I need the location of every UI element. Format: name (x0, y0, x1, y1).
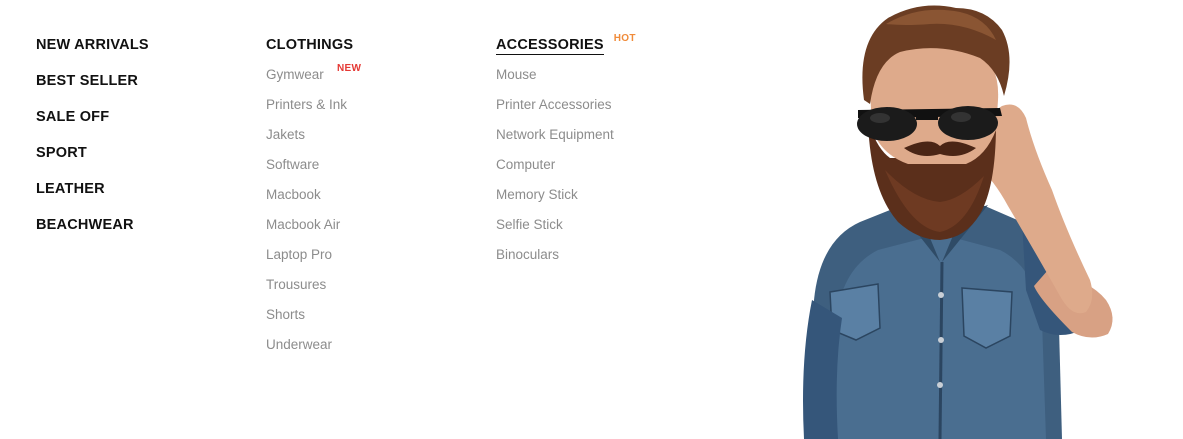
clothing-item-macbook[interactable]: Macbook (266, 186, 486, 216)
clothing-column: CLOTHINGS Gymwear NEW Printers & Ink Jak… (266, 36, 486, 366)
clothing-list: Gymwear NEW Printers & Ink Jakets Softwa… (266, 63, 486, 366)
clothing-item-shorts[interactable]: Shorts (266, 306, 486, 336)
clothing-item-label: Gymwear (266, 67, 324, 82)
clothing-heading-label: CLOTHINGS (266, 37, 354, 53)
menu-link-sale-off[interactable]: SALE OFF (36, 108, 236, 144)
accessories-item-binoculars[interactable]: Binoculars (496, 246, 716, 276)
menu-link-beachwear[interactable]: BEACHWEAR (36, 216, 236, 252)
new-badge: NEW (337, 63, 362, 74)
accessories-item-network-equipment[interactable]: Network Equipment (496, 126, 716, 156)
clothing-item-software[interactable]: Software (266, 156, 486, 186)
clothing-item-trousures[interactable]: Trousures (266, 276, 486, 306)
clothing-item-jakets[interactable]: Jakets (266, 126, 486, 156)
accessories-list: Mouse Printer Accessories Network Equipm… (496, 66, 716, 276)
accessories-item-memory-stick[interactable]: Memory Stick (496, 186, 716, 216)
accessories-heading-label: ACCESSORIES (496, 37, 604, 55)
accessories-heading[interactable]: ACCESSORIES HOT (496, 33, 635, 55)
clothing-item-macbook-air[interactable]: Macbook Air (266, 216, 486, 246)
accessories-item-selfie-stick[interactable]: Selfie Stick (496, 216, 716, 246)
clothing-item-underwear[interactable]: Underwear (266, 336, 486, 366)
accessories-item-mouse[interactable]: Mouse (496, 66, 716, 96)
accessories-column: ACCESSORIES HOT Mouse Printer Accessorie… (496, 33, 716, 276)
clothing-item-gymwear[interactable]: Gymwear NEW (266, 63, 486, 96)
menu-link-sport[interactable]: SPORT (36, 144, 236, 180)
clothing-item-laptop-pro[interactable]: Laptop Pro (266, 246, 486, 276)
promo-model-image (803, 5, 1113, 439)
accessories-item-computer[interactable]: Computer (496, 156, 716, 186)
main-menu-column: NEW ARRIVALS BEST SELLER SALE OFF SPORT … (36, 36, 236, 252)
mega-menu: NEW ARRIVALS BEST SELLER SALE OFF SPORT … (0, 0, 1183, 439)
menu-link-best-seller[interactable]: BEST SELLER (36, 72, 236, 108)
menu-link-new-arrivals[interactable]: NEW ARRIVALS (36, 36, 236, 72)
accessories-item-printer-accessories[interactable]: Printer Accessories (496, 96, 716, 126)
clothing-heading[interactable]: CLOTHINGS (266, 36, 353, 54)
menu-link-leather[interactable]: LEATHER (36, 180, 236, 216)
hot-badge: HOT (613, 33, 636, 44)
clothing-item-printers-ink[interactable]: Printers & Ink (266, 96, 486, 126)
